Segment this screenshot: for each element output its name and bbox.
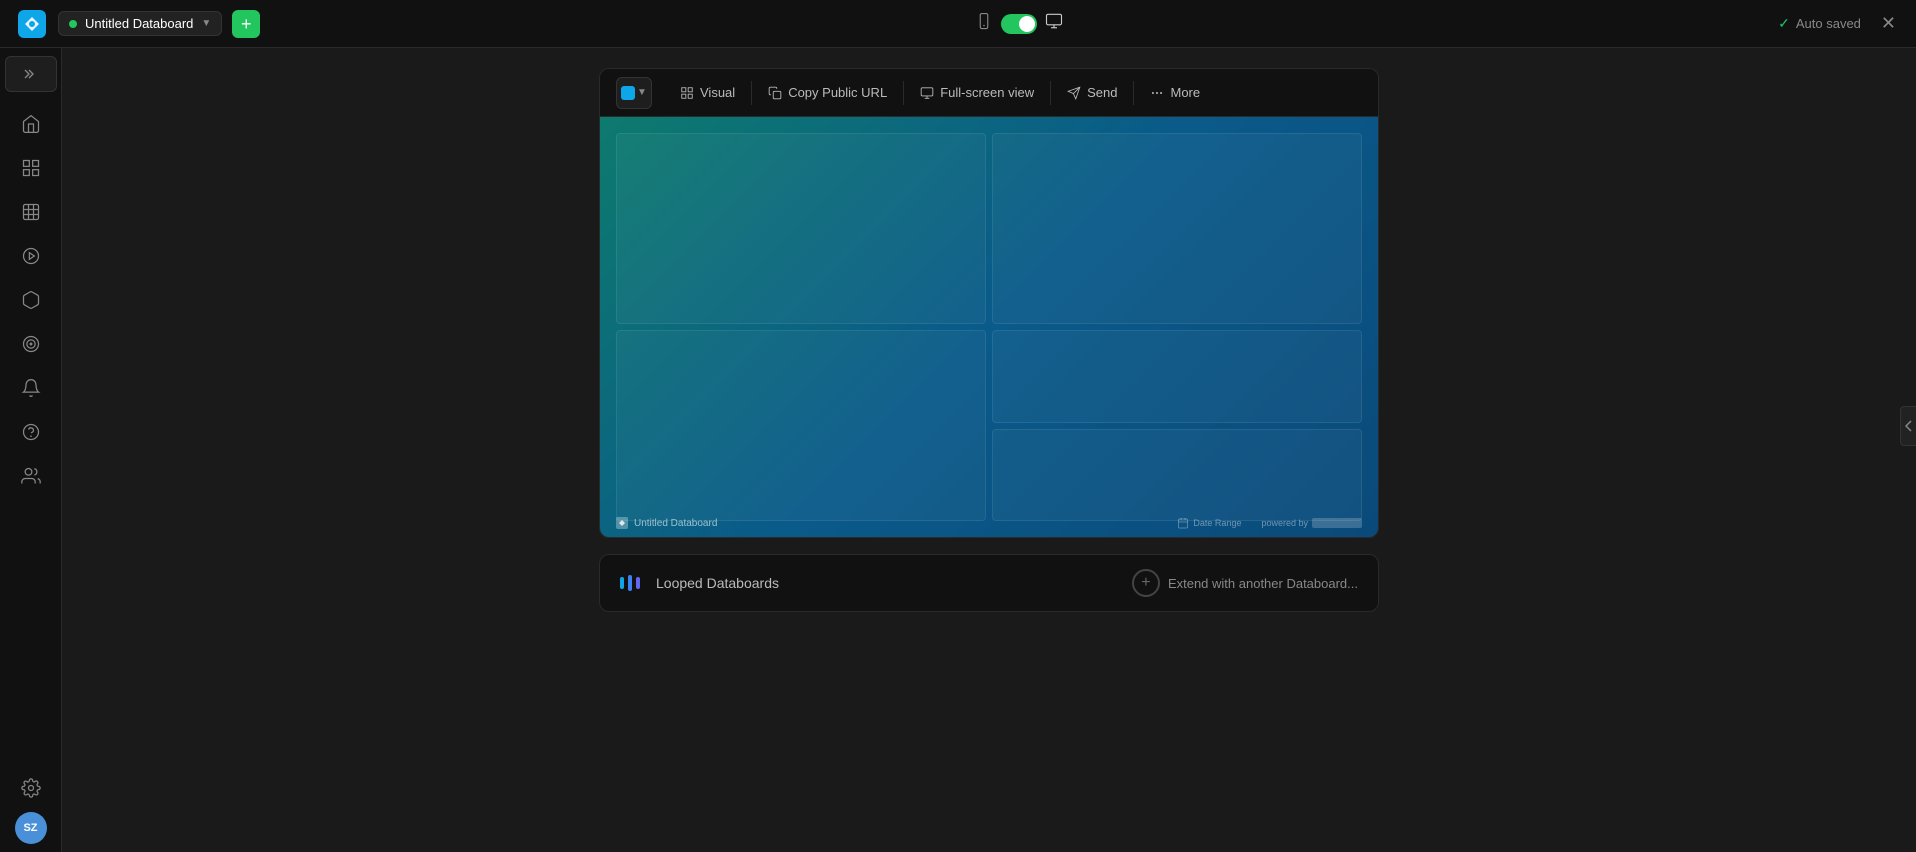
sidebar-item-target[interactable] bbox=[11, 324, 51, 364]
sidebar-item-bell[interactable] bbox=[11, 368, 51, 408]
send-button[interactable]: Send bbox=[1055, 79, 1129, 106]
grid-cell-br bbox=[992, 330, 1362, 521]
preview-footer-left: Untitled Databoard bbox=[616, 517, 717, 529]
separator-2 bbox=[903, 81, 904, 105]
topbar-right: ✓ Auto saved ✕ bbox=[1778, 9, 1900, 38]
sidebar-item-play[interactable] bbox=[11, 236, 51, 276]
sub-cell-top bbox=[992, 330, 1362, 423]
topbar-left: Untitled Databoard ▼ + bbox=[16, 8, 260, 40]
topbar-center bbox=[975, 12, 1063, 35]
sidebar-bottom: SZ bbox=[11, 768, 51, 844]
more-label: More bbox=[1170, 85, 1200, 100]
grid-cell-tr bbox=[992, 133, 1362, 324]
extend-button[interactable]: + Extend with another Databoard... bbox=[1132, 569, 1358, 597]
sidebar-item-help[interactable] bbox=[11, 412, 51, 452]
bar-2 bbox=[628, 575, 632, 591]
auto-saved-indicator: ✓ Auto saved bbox=[1778, 15, 1861, 32]
date-range-label: Date Range bbox=[1193, 518, 1241, 528]
preview-footer: Untitled Databoard Date Range powered by bbox=[616, 517, 1362, 529]
sidebar-expand-button[interactable] bbox=[5, 56, 57, 92]
sidebar-item-package[interactable] bbox=[11, 280, 51, 320]
visual-label: Visual bbox=[700, 85, 735, 100]
sub-cell-bottom bbox=[992, 429, 1362, 522]
looped-label: Looped Databoards bbox=[656, 575, 779, 591]
extend-label: Extend with another Databoard... bbox=[1168, 576, 1358, 591]
color-picker-button[interactable]: ▼ bbox=[616, 77, 652, 109]
sidebar: SZ bbox=[0, 48, 62, 852]
separator-3 bbox=[1050, 81, 1051, 105]
close-button[interactable]: ✕ bbox=[1877, 9, 1900, 38]
looped-icon bbox=[620, 575, 640, 591]
dashboard-toolbar: ▼ Visual Copy Public URL Full-screen vie… bbox=[600, 69, 1378, 117]
add-button[interactable]: + bbox=[232, 10, 260, 38]
topbar: Untitled Databoard ▼ + bbox=[0, 0, 1916, 48]
grid-cell-tl bbox=[616, 133, 986, 324]
desktop-icon bbox=[1045, 12, 1063, 35]
preview-databoard-name: Untitled Databoard bbox=[634, 518, 717, 529]
looped-databoards-card: Looped Databoards + Extend with another … bbox=[599, 554, 1379, 612]
fullscreen-label: Full-screen view bbox=[940, 85, 1034, 100]
view-toggle[interactable] bbox=[1001, 14, 1037, 34]
separator-4 bbox=[1133, 81, 1134, 105]
title-box[interactable]: Untitled Databoard ▼ bbox=[58, 11, 222, 36]
visual-button[interactable]: Visual bbox=[668, 79, 747, 106]
check-icon: ✓ bbox=[1778, 15, 1790, 32]
plus-circle-icon: + bbox=[1132, 569, 1160, 597]
bar-3 bbox=[636, 577, 640, 589]
auto-saved-label: Auto saved bbox=[1796, 16, 1861, 31]
toggle-knob bbox=[1019, 16, 1035, 32]
status-dot bbox=[69, 20, 77, 28]
powered-by-logo bbox=[1312, 518, 1362, 528]
fullscreen-button[interactable]: Full-screen view bbox=[908, 79, 1046, 106]
sidebar-item-settings[interactable] bbox=[11, 768, 51, 808]
avatar[interactable]: SZ bbox=[15, 812, 47, 844]
copy-url-label: Copy Public URL bbox=[788, 85, 887, 100]
sidebar-item-home[interactable] bbox=[11, 104, 51, 144]
app-logo bbox=[16, 8, 48, 40]
bar-1 bbox=[620, 577, 624, 589]
databoard-title: Untitled Databoard bbox=[85, 16, 193, 31]
powered-by-label: powered by bbox=[1261, 518, 1308, 528]
mobile-icon bbox=[975, 12, 993, 35]
title-chevron-icon: ▼ bbox=[201, 18, 211, 29]
dashboard-card: ▼ Visual Copy Public URL Full-screen vie… bbox=[599, 68, 1379, 538]
send-label: Send bbox=[1087, 85, 1117, 100]
grid-cell-bl bbox=[616, 330, 986, 521]
sidebar-item-chart[interactable] bbox=[11, 192, 51, 232]
sidebar-item-team[interactable] bbox=[11, 456, 51, 496]
more-button[interactable]: More bbox=[1138, 79, 1212, 106]
color-swatch bbox=[621, 86, 635, 100]
dashboard-preview: Untitled Databoard Date Range powered by bbox=[600, 117, 1378, 537]
separator bbox=[751, 81, 752, 105]
preview-grid bbox=[616, 133, 1362, 521]
preview-footer-right: Date Range powered by bbox=[1177, 517, 1362, 529]
copy-url-button[interactable]: Copy Public URL bbox=[756, 79, 899, 106]
right-panel-toggle[interactable] bbox=[1900, 406, 1916, 446]
device-toggle bbox=[975, 12, 1063, 35]
main-layout: SZ ▼ Visual Copy Public URL bbox=[0, 48, 1916, 852]
content-area: ▼ Visual Copy Public URL Full-screen vie… bbox=[62, 48, 1916, 852]
sidebar-item-grid[interactable] bbox=[11, 148, 51, 188]
